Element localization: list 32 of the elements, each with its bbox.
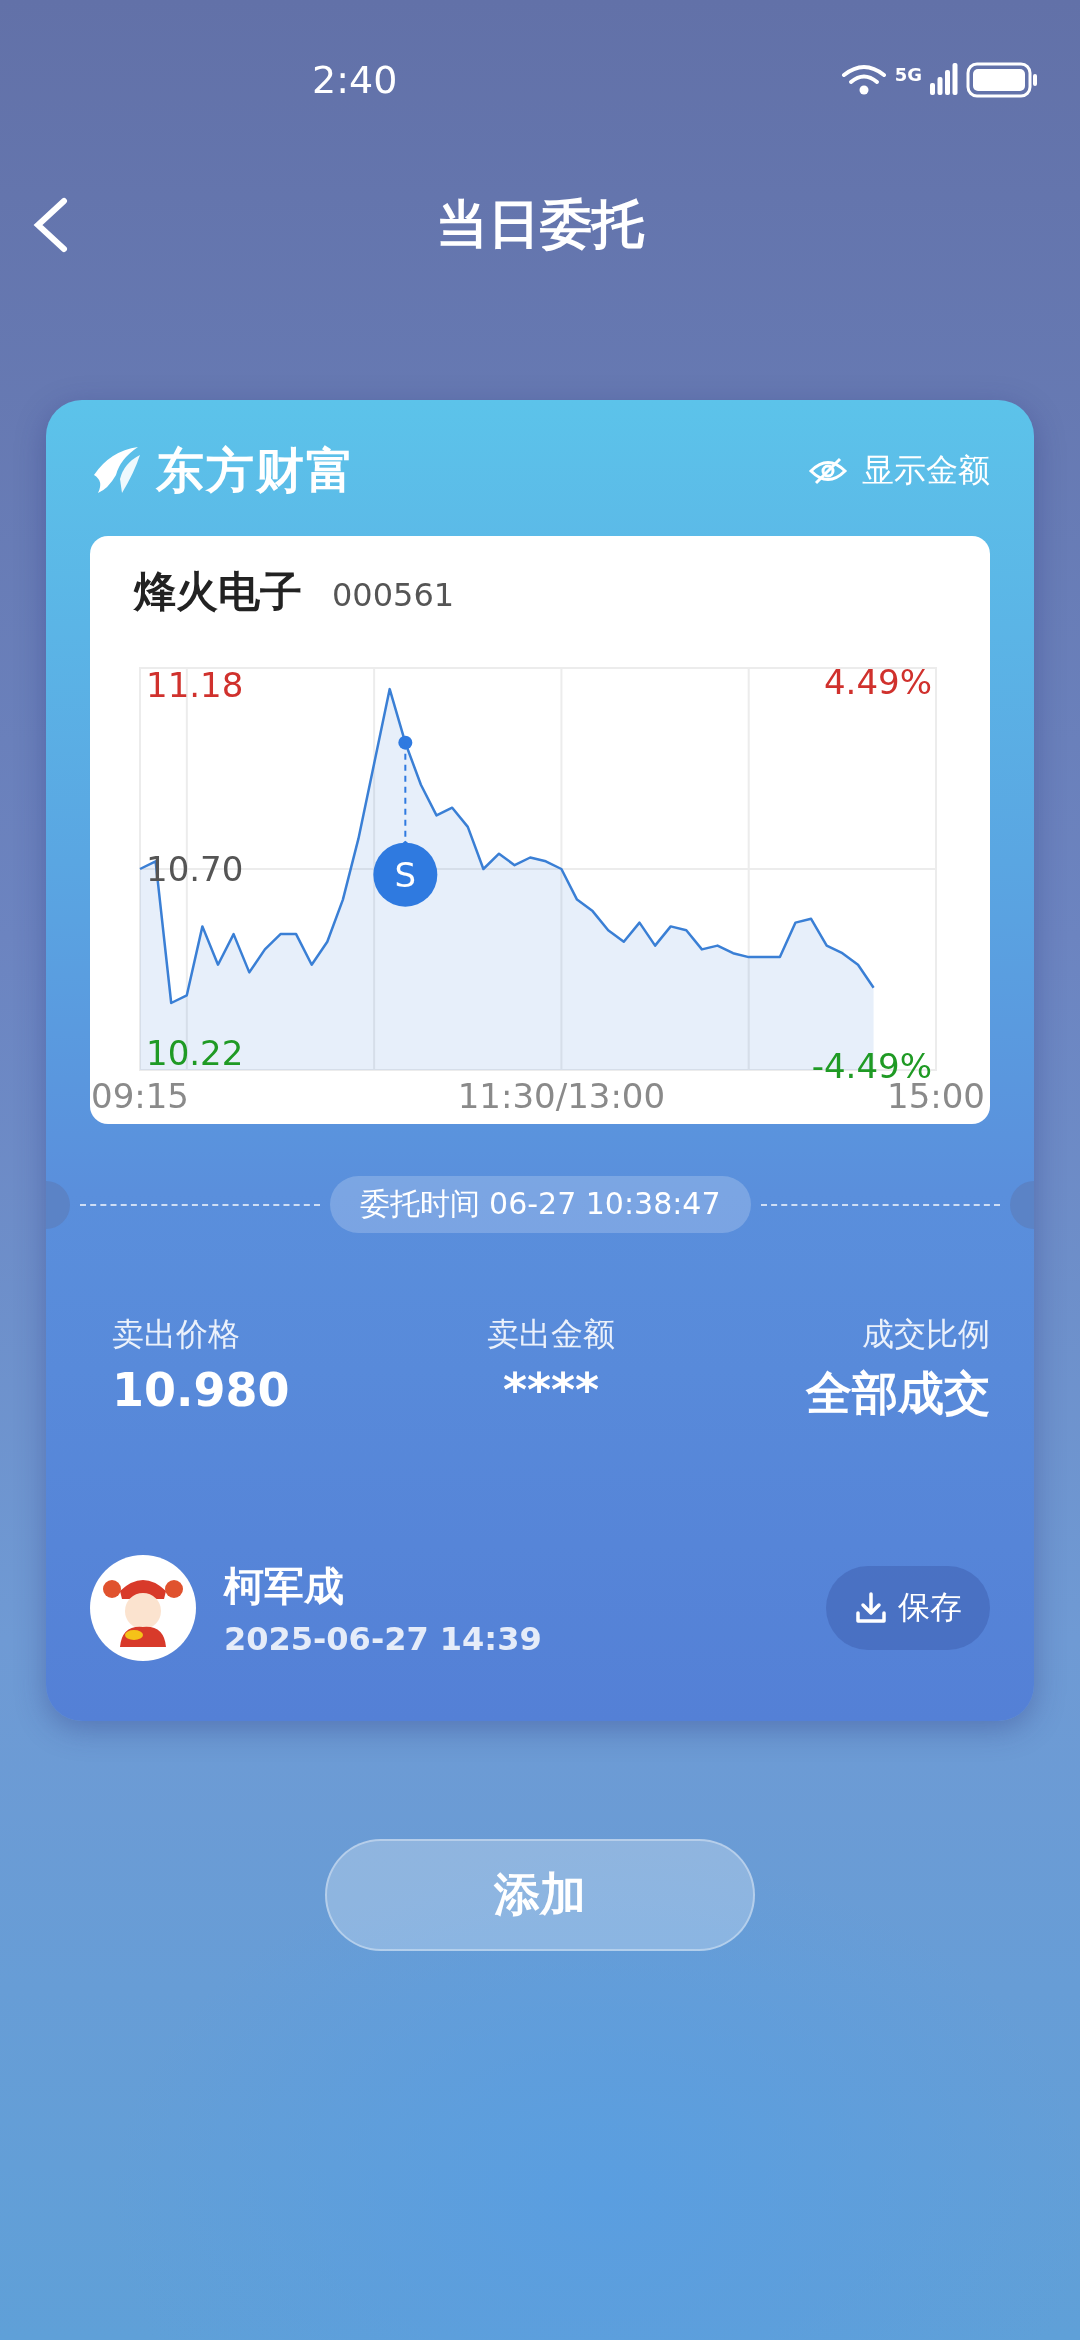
user-datetime: 2025-06-27 14:39: [224, 1619, 543, 1658]
signal-icon: [930, 63, 958, 97]
battery-icon: [966, 62, 1038, 98]
price-tick: 10.22: [146, 1032, 244, 1073]
stat-label: 卖出金额: [487, 1314, 615, 1355]
status-time: 2:40: [312, 58, 398, 102]
save-button[interactable]: 保存: [826, 1566, 990, 1650]
stock-name: 烽火电子: [134, 566, 302, 618]
time-tick: 09:15: [91, 1076, 189, 1116]
back-icon[interactable]: [32, 197, 68, 253]
stat-value: 全部成交: [806, 1365, 990, 1422]
user-name: 柯军成: [224, 1561, 345, 1611]
show-amount-toggle[interactable]: 显示金额: [808, 449, 990, 493]
eye-hidden-icon: [808, 456, 848, 486]
wifi-icon: [840, 63, 887, 97]
stock-code: 000561: [332, 576, 455, 614]
stat-value: ****: [502, 1363, 600, 1417]
download-icon: [854, 1591, 888, 1625]
stat-value: 10.980: [112, 1363, 290, 1417]
price-tick: 11.18: [146, 665, 244, 706]
stat-label: 卖出价格: [112, 1314, 240, 1355]
card-notch: [46, 1180, 70, 1229]
add-button[interactable]: 添加: [325, 1839, 755, 1951]
card-notch: [1010, 1180, 1034, 1229]
order-time-pill: 委托时间 06-27 10:38:47: [329, 1176, 751, 1233]
network-label: 5G: [894, 64, 922, 85]
time-tick: 11:30/13:00: [457, 1076, 666, 1116]
brand-name: 东方财富: [156, 441, 356, 500]
annotation: S: [394, 854, 417, 895]
percent-label: 4.49%: [824, 662, 932, 702]
page-title: 当日委托: [436, 193, 644, 256]
stat-label: 成交比例: [862, 1314, 990, 1355]
